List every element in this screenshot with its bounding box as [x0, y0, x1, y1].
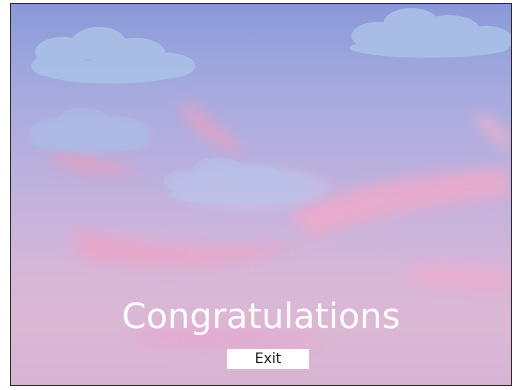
exit-button[interactable]: Exit [227, 349, 309, 369]
blue-cloud-top-right [349, 7, 511, 58]
game-screen: Congratulations Exit [10, 3, 512, 386]
congratulations-title: Congratulations [121, 297, 401, 337]
faint-cloud-center [163, 157, 310, 204]
faint-cloud-middle-left [29, 107, 151, 153]
blue-cloud-top-left [31, 26, 196, 84]
